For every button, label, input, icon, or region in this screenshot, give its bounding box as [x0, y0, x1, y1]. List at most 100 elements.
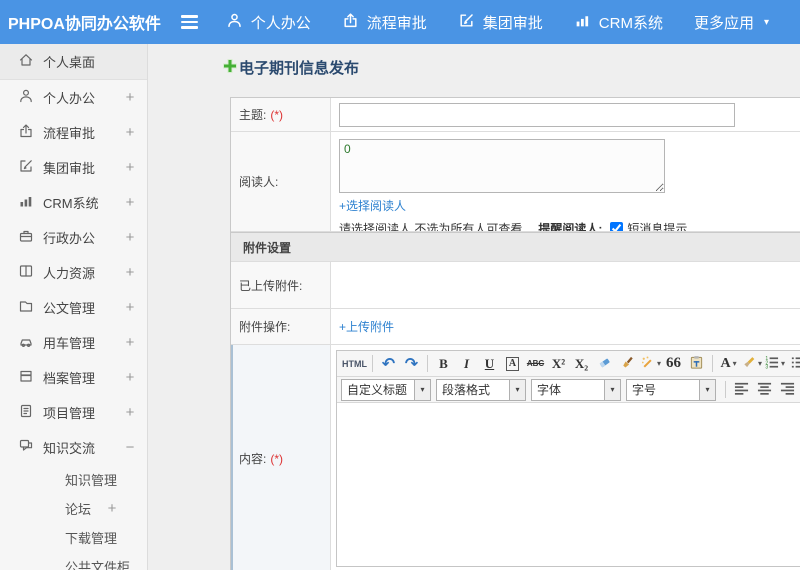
ordered-list-button[interactable]: 1 2 3 ▾ [764, 354, 785, 374]
upload-attachment-link[interactable]: +上传附件 [339, 318, 394, 335]
nav-item-personal-office[interactable]: 个人办公 [226, 12, 311, 33]
clipboard-icon [689, 355, 704, 373]
sidebar-subitem-public-cabinet[interactable]: 公共文件柜 [0, 552, 147, 570]
archive-icon [18, 368, 43, 387]
italic-button[interactable]: I [456, 354, 477, 374]
nav-label: 个人办公 [250, 14, 311, 32]
caret-down-icon: ▾ [657, 359, 662, 368]
app-title: PHPOA协同办公软件 [8, 16, 161, 33]
char-border-button[interactable]: A [502, 354, 523, 374]
home-icon [18, 52, 43, 71]
edit-icon [18, 158, 43, 177]
align-center-button[interactable] [754, 380, 775, 400]
editor-toolbar-row1: HTML ↶ ↷ B I U A ABC X² X₂ ▾ 66 A ▾ ▾ 1 … [337, 351, 800, 377]
sidebar-item-label: 行政办公 [43, 231, 96, 246]
underline-button[interactable]: U [479, 354, 500, 374]
expand-toggle[interactable]: + [123, 194, 137, 211]
nav-item-more-apps[interactable]: 更多应用 ▾ [694, 12, 769, 33]
highlight-color-button[interactable]: ▾ [741, 354, 762, 374]
html-source-button[interactable]: HTML [342, 354, 367, 374]
content-label: 内容: (*) [231, 345, 331, 570]
bar-chart-icon [574, 12, 591, 33]
expand-toggle[interactable]: + [123, 334, 137, 351]
expand-toggle[interactable]: + [123, 299, 137, 316]
sidebar-item-personal-office[interactable]: 个人办公 + [0, 80, 147, 115]
nav-item-crm[interactable]: CRM系统 [574, 12, 663, 33]
brush-icon [620, 355, 635, 373]
sidebar-subitem-knowledge-mgmt[interactable]: 知识管理 [0, 465, 147, 494]
expand-toggle[interactable]: + [123, 229, 137, 246]
sms-checkbox[interactable] [610, 222, 624, 231]
nav-label: 流程审批 [366, 14, 427, 32]
bold-button[interactable]: B [433, 354, 454, 374]
sidebar-item-document-mgmt[interactable]: 公文管理 + [0, 290, 147, 325]
editor-toolbar-row2: 自定义标题 ▾ 段落格式 ▾ 字体 ▾ 字号 ▾ [337, 377, 800, 403]
superscript-button[interactable]: X² [548, 354, 569, 374]
readers-textarea[interactable]: 0 [339, 139, 665, 193]
attachment-actions-label: 附件操作: [231, 309, 331, 344]
sidebar-item-label: 流程审批 [43, 126, 96, 141]
expand-toggle[interactable]: + [123, 89, 137, 106]
sidebar-item-vehicle-mgmt[interactable]: 用车管理 + [0, 325, 147, 360]
expand-toggle[interactable]: + [123, 124, 137, 141]
sidebar-item-hr[interactable]: 人力资源 + [0, 255, 147, 290]
auto-typeset-button[interactable]: ▾ [640, 354, 661, 374]
sidebar-subitem-download-mgmt[interactable]: 下载管理 [0, 523, 147, 552]
nav-item-group-approval[interactable]: 集团审批 [458, 12, 543, 33]
expand-toggle[interactable]: + [123, 264, 137, 281]
strikethrough-button[interactable]: ABC [525, 354, 546, 374]
redo-icon[interactable]: ↷ [401, 354, 422, 374]
sms-label: 短消息提示 [627, 222, 688, 231]
caret-down-icon: ▾ [781, 359, 786, 368]
undo-icon[interactable]: ↶ [378, 354, 399, 374]
expand-toggle[interactable]: + [105, 500, 119, 517]
font-family-select[interactable]: 字体 ▾ [531, 378, 621, 401]
editor-content-area[interactable] [337, 403, 800, 566]
align-right-button[interactable] [777, 380, 798, 400]
ordered-list-icon: 123 [764, 355, 779, 373]
readers-hint: 请选择阅读人,不选为所有人可查看 [339, 222, 523, 231]
align-left-button[interactable] [731, 380, 752, 400]
expand-toggle[interactable]: + [123, 369, 137, 386]
select-readers-link[interactable]: +选择阅读人 [339, 197, 406, 214]
sidebar-subitem-label: 下载管理 [65, 531, 118, 546]
blockquote-button[interactable]: 66 [663, 354, 684, 374]
paragraph-format-select[interactable]: 段落格式 ▾ [436, 378, 526, 401]
sidebar-item-label: 用车管理 [43, 336, 96, 351]
format-brush-button[interactable] [617, 354, 638, 374]
sidebar-subitem-forum[interactable]: 论坛 + [0, 494, 147, 523]
readers-label: 阅读人: [231, 132, 331, 231]
subscript-button[interactable]: X₂ [571, 354, 592, 374]
book-icon [18, 263, 43, 282]
sidebar-item-knowledge-exchange[interactable]: 知识交流 − [0, 430, 147, 465]
project-icon [18, 403, 43, 422]
caret-down-icon: ▾ [732, 359, 737, 368]
magic-wand-icon [640, 355, 655, 373]
align-left-icon [734, 381, 749, 399]
sidebar-item-crm[interactable]: CRM系统 + [0, 185, 147, 220]
page-title-text: 电子期刊信息发布 [239, 60, 360, 77]
paste-text-button[interactable] [686, 354, 707, 374]
expand-toggle[interactable]: − [123, 439, 137, 456]
font-color-button[interactable]: A ▾ [718, 354, 739, 374]
expand-toggle[interactable]: + [123, 404, 137, 421]
sidebar-item-archive-mgmt[interactable]: 档案管理 + [0, 360, 147, 395]
highlighter-icon [741, 355, 756, 373]
nav-label: 集团审批 [482, 14, 543, 32]
nav-item-workflow-approval[interactable]: 流程审批 [342, 12, 427, 33]
sidebar-item-project-mgmt[interactable]: 项目管理 + [0, 395, 147, 430]
caret-down-icon: ▾ [699, 379, 715, 400]
align-right-icon [780, 381, 795, 399]
font-size-select[interactable]: 字号 ▾ [626, 378, 716, 401]
sidebar-item-admin-office[interactable]: 行政办公 + [0, 220, 147, 255]
heading-select[interactable]: 自定义标题 ▾ [341, 378, 431, 401]
expand-toggle[interactable]: + [123, 159, 137, 176]
subject-label: 主题: (*) [231, 98, 331, 131]
hamburger-icon[interactable] [180, 15, 198, 29]
sidebar-item-group-approval[interactable]: 集团审批 + [0, 150, 147, 185]
sidebar-item-workflow-approval[interactable]: 流程审批 + [0, 115, 147, 150]
remove-format-button[interactable] [594, 354, 615, 374]
unordered-list-button[interactable] [787, 354, 800, 374]
subject-input[interactable] [339, 102, 735, 127]
sidebar-item-desktop[interactable]: 个人桌面 [0, 44, 147, 80]
